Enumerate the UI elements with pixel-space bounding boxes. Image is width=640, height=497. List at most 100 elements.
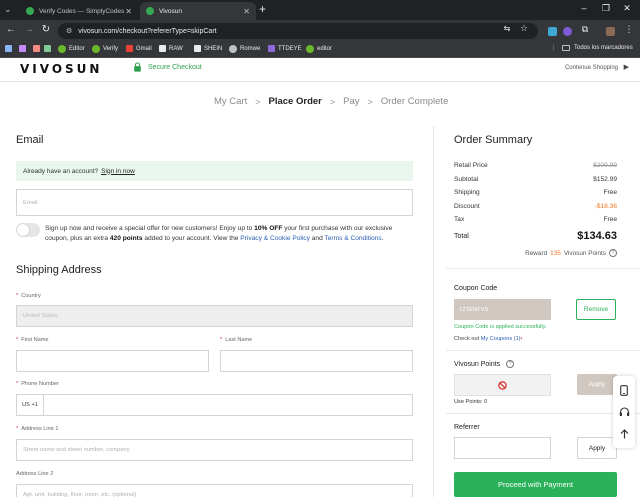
phone-input[interactable] [43,394,413,416]
apply-referrer-button[interactable]: Apply [577,437,617,459]
row-value: $209.99 [593,162,617,169]
extension-icon[interactable] [548,27,557,36]
remove-coupon-button[interactable]: Remove [576,299,616,320]
bookmark-item[interactable] [44,45,54,52]
tab-search-icon[interactable]: ⌄ [4,4,12,15]
bookmark-item[interactable] [33,45,43,52]
privacy-policy-link[interactable]: Privacy & Cookie Policy [240,235,310,242]
window-close-icon[interactable]: ✕ [620,3,634,14]
forward-icon[interactable]: → [23,24,35,35]
green-check-icon [306,45,314,53]
translate-icon[interactable]: ⇆ [500,24,514,33]
shipping-row: Shipping Free [454,189,617,196]
row-value: $152.99 [593,176,617,183]
divider [446,268,640,269]
phone-country-code[interactable]: US +1 [16,394,43,416]
profile-avatar[interactable] [606,27,615,36]
help-icon[interactable]: ? [506,360,515,368]
notification-dot: • [520,336,523,342]
new-tab-icon[interactable]: + [259,2,266,16]
green-check-icon [92,45,100,53]
total-value: $134.63 [577,230,617,242]
step-my-cart[interactable]: My Cart [214,96,247,107]
divider [446,413,640,414]
tab-verify-codes[interactable]: Verify Codes — SimplyCodes ✕ [20,2,138,20]
close-tab-icon[interactable]: ✕ [243,7,250,16]
subtotal-row: Subtotal $152.99 [454,176,617,183]
bookmark-editor[interactable]: Editor [58,45,85,53]
bookmarks-separator: | [553,45,555,51]
raw-icon [159,45,166,52]
browser-toolbar: ← → ↻ ⚙ vivosun.com/checkout?refererType… [0,20,640,42]
tax-row: Tax Free [454,216,617,223]
bookmark-label: editor [317,46,333,52]
sign-in-link[interactable]: Sign in now [101,168,135,175]
bookmark-star-icon[interactable]: ☆ [517,23,531,34]
ttdeye-icon [268,45,275,52]
all-bookmarks-folder[interactable]: Todos los marcadores [562,45,633,51]
points-heading: Vivosun Points ? [454,360,515,368]
site-info-icon[interactable]: ⚙ [66,27,72,35]
coupon-success-message: Coupon Code is applied successfully. [454,324,547,330]
close-tab-icon[interactable]: ✕ [125,7,132,16]
bookmark-item[interactable] [19,45,29,52]
account-prompt: Already have an account? [23,167,99,175]
address-bar[interactable]: ⚙ vivosun.com/checkout?refererType=skipC… [58,23,538,39]
headset-icon[interactable] [618,406,630,418]
proceed-with-payment-button[interactable]: Proceed with Payment [454,472,617,497]
subscribe-toggle[interactable] [16,223,40,237]
bookmark-shein[interactable]: SHEIN [194,45,222,52]
minimize-icon[interactable]: – [577,3,591,13]
bookmark-gmail[interactable]: Gmail [126,45,152,52]
total-label: Total [454,233,469,240]
checkout-page: VIVOSUN Secure Checkout Contenue Shoppin… [0,58,640,497]
row-label: Subtotal [454,176,479,183]
discount-row: Discount -$18.36 [454,203,617,210]
use-points-text: Use Points: 0 [454,399,488,405]
apps-icon[interactable] [5,45,15,52]
url-text: vivosun.com/checkout?refererType=skipCar… [78,27,217,35]
address2-input[interactable]: Apt, unit, building, floor, room, etc. (… [16,484,413,497]
chevron-right-icon: > [329,96,336,107]
my-coupons-link[interactable]: My Coupons (1) [481,336,521,342]
address1-input[interactable]: Street name and street number, company [16,439,413,461]
tab-vivosun[interactable]: Vivosun ✕ [140,2,256,20]
row-value: Free [603,216,617,223]
vivosun-logo[interactable]: VIVOSUN [20,62,102,76]
address1-label: * Address Line 1 [16,426,59,432]
tab-title: Verify Codes — SimplyCodes [39,7,125,15]
vivosun-favicon-icon [146,7,154,15]
help-icon[interactable]: ? [609,249,617,257]
romwe-icon [229,45,237,53]
continue-shopping-link[interactable]: Contenue Shopping [565,65,618,71]
apply-points-button[interactable]: Apply [577,374,617,395]
extensions-puzzle-icon[interactable]: ⧉ [578,24,592,35]
simplycodes-favicon-icon [26,7,34,15]
signup-promo-text: Sign up now and receive a special offer … [45,225,393,242]
last-name-input[interactable] [220,350,413,372]
bookmark-verify[interactable]: Verify [92,45,118,53]
checkout-steps: My Cart > Place Order > Pay > Order Comp… [214,96,448,107]
row-label: Retail Price [454,162,488,169]
menu-kebab-icon[interactable]: ⋮ [622,24,636,35]
play-arrow-icon[interactable]: ▶ [624,63,629,71]
back-icon[interactable]: ← [5,24,17,35]
bookmark-editor-2[interactable]: editor [306,45,332,53]
reload-icon[interactable]: ↻ [40,24,52,35]
row-label: Shipping [454,189,480,196]
referrer-heading: Referrer [454,424,480,431]
terms-link[interactable]: Terms & Conditions [324,235,381,242]
extension-icon[interactable] [563,27,572,36]
maximize-icon[interactable]: ❐ [599,3,613,14]
bookmark-romwe[interactable]: Romwe [229,45,260,53]
arrow-up-icon[interactable] [618,428,630,440]
referrer-input[interactable] [454,437,551,459]
phone-icon[interactable] [618,384,630,396]
bookmark-raw[interactable]: RAW [159,45,183,52]
first-name-input[interactable] [16,350,209,372]
email-input[interactable]: Email [16,189,413,216]
site-header: VIVOSUN Secure Checkout Contenue Shoppin… [0,58,640,82]
not-allowed-icon [498,380,507,390]
bookmark-label: Todos los marcadores [574,45,633,51]
bookmark-ttdeye[interactable]: TTDEYE [268,45,302,52]
